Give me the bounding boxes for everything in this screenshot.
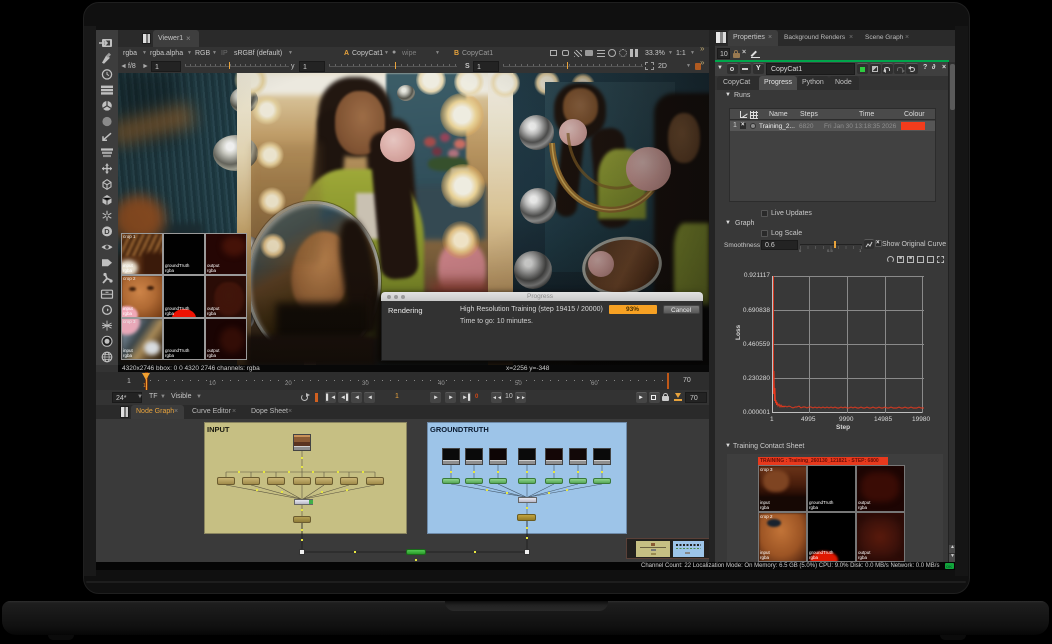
svg-text:D: D xyxy=(104,227,110,236)
